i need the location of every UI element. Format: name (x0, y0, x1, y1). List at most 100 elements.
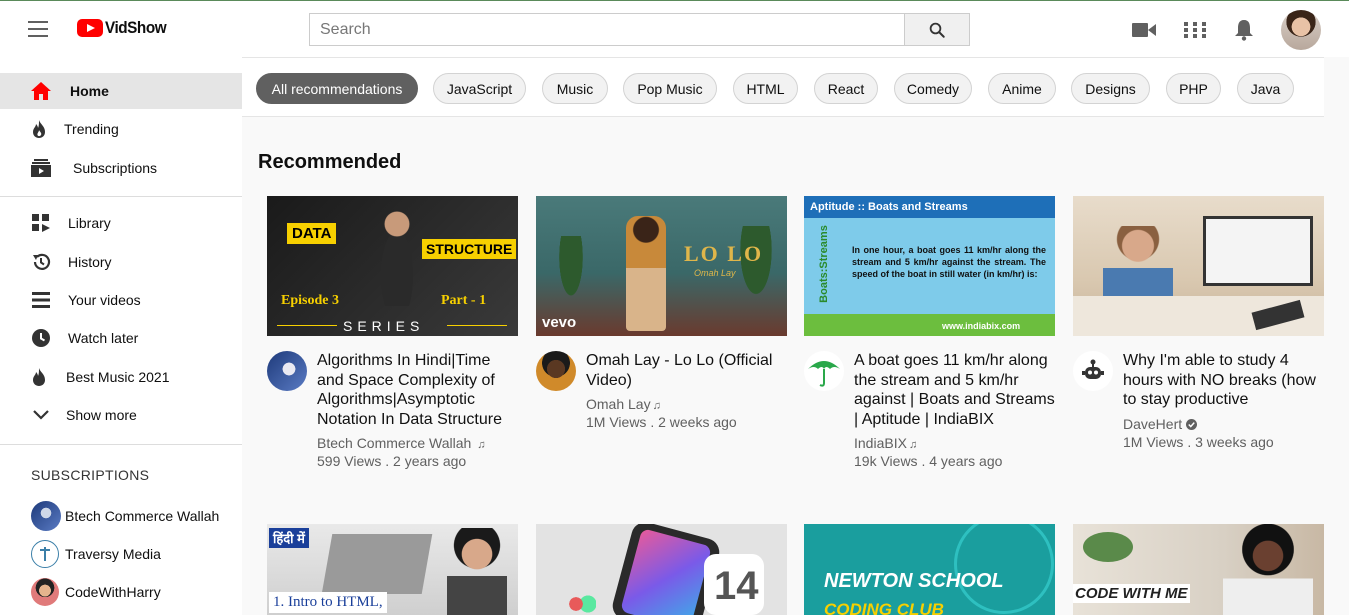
sidebar-item-home[interactable]: Home (0, 73, 242, 109)
video-title[interactable]: Why I'm able to study 4 hours with NO br… (1123, 351, 1324, 410)
sidebar-item-label: Watch later (68, 330, 139, 346)
thumbnail-text: Aptitude :: Boats and Streams (810, 201, 968, 213)
top-header: VidShow (0, 0, 1349, 57)
video-thumbnail[interactable]: Aptitude :: Boats and Streams In one hou… (804, 196, 1055, 336)
video-thumbnail[interactable]: हिंदी में 1. Intro to HTML, (267, 524, 518, 615)
subscription-name: Btech Commerce Wallah (65, 508, 220, 524)
sidebar-item-watch-later[interactable]: Watch later (0, 320, 242, 356)
video-channel[interactable]: Omah Lay ♫ (586, 396, 787, 412)
video-channel[interactable]: IndiaBIX ♫ (854, 435, 1055, 451)
thumbnail-text: Episode 3 (281, 293, 339, 308)
music-note-icon: ♫ (477, 439, 486, 451)
sidebar-item-best-music-2021[interactable]: Best Music 2021 (0, 359, 242, 395)
chip-music[interactable]: Music (542, 73, 608, 104)
chip-php[interactable]: PHP (1166, 73, 1221, 104)
thumbnail-text: CODE WITH ME (1073, 584, 1190, 603)
sidebar-item-library[interactable]: Library (0, 205, 242, 241)
video-card[interactable]: CODE WITH ME (1073, 524, 1324, 615)
thumbnail-text: LO LO (684, 241, 764, 266)
thumbnail-text: हिंदी में (269, 528, 309, 548)
sidebar-item-label: Subscriptions (73, 160, 158, 176)
search-bar (309, 13, 970, 46)
sidebar-item-show-more[interactable]: Show more (0, 397, 242, 433)
video-channel[interactable]: DaveHert (1123, 416, 1324, 432)
channel-avatar[interactable] (267, 351, 307, 391)
search-button[interactable] (904, 13, 970, 46)
sidebar-item-label: History (68, 254, 112, 270)
thumbnail-laptop (321, 534, 433, 594)
video-card[interactable]: 14 (536, 524, 787, 615)
video-camera-icon[interactable] (1132, 18, 1156, 42)
thumbnail-text: SERIES (343, 318, 425, 334)
video-thumbnail[interactable]: DATA STRUCTURE Episode 3 Part - 1 SERIES (267, 196, 518, 336)
video-meta: Why I'm able to study 4 hours with NO br… (1073, 351, 1324, 450)
bell-icon[interactable] (1232, 18, 1256, 42)
thumbnail-text: DATA (287, 223, 337, 244)
video-thumbnail[interactable]: CODE WITH ME (1073, 524, 1324, 615)
thumbnail-plant (1083, 532, 1133, 562)
video-thumbnail[interactable]: 14 (536, 524, 787, 615)
thumbnail-text: Part - 1 (441, 293, 487, 308)
sidebar-item-your-videos[interactable]: Your videos (0, 282, 242, 318)
chip-react[interactable]: React (814, 73, 878, 104)
channel-name: IndiaBIX (854, 435, 907, 451)
video-channel[interactable]: Btech Commerce Wallah ♫ (317, 435, 518, 451)
video-title[interactable]: Algorithms In Hindi|Time and Space Compl… (317, 351, 518, 429)
chip-anime[interactable]: Anime (988, 73, 1056, 104)
channel-avatar (31, 578, 59, 606)
menu-icon[interactable] (28, 21, 48, 37)
apps-grid-icon[interactable] (1183, 18, 1207, 42)
search-input[interactable] (309, 13, 904, 46)
sidebar-item-label: Home (70, 83, 109, 99)
subscriptions-icon (30, 157, 52, 179)
video-thumbnail[interactable]: NEWTON SCHOOL CODING CLUB (804, 524, 1055, 615)
video-card[interactable]: LO LO Omah Lay vevo Omah Lay - Lo Lo (Of… (536, 196, 787, 430)
video-meta: Algorithms In Hindi|Time and Space Compl… (267, 351, 518, 469)
subscriptions-heading: SUBSCRIPTIONS (31, 467, 150, 483)
sidebar-divider (0, 196, 242, 197)
channel-avatar[interactable] (1073, 351, 1113, 391)
video-title[interactable]: Omah Lay - Lo Lo (Official Video) (586, 351, 787, 390)
video-thumbnail[interactable] (1073, 196, 1324, 336)
thumbnail-monitor (1203, 216, 1313, 286)
thumbnail-text: In one hour, a boat goes 11 km/hr along … (852, 245, 1046, 279)
section-title: Recommended (258, 151, 402, 173)
sidebar-item-trending[interactable]: Trending (0, 111, 242, 147)
subscription-name: Traversy Media (65, 546, 161, 562)
chip-comedy[interactable]: Comedy (894, 73, 972, 104)
sidebar-item-label: Show more (66, 407, 137, 423)
channel-avatar[interactable] (536, 351, 576, 391)
thumbnail-ring (954, 524, 1054, 614)
chip-javascript[interactable]: JavaScript (433, 73, 526, 104)
video-card[interactable]: Why I'm able to study 4 hours with NO br… (1073, 196, 1324, 450)
thumbnail-person (447, 528, 507, 615)
video-card[interactable]: NEWTON SCHOOL CODING CLUB (804, 524, 1055, 615)
video-card[interactable]: Aptitude :: Boats and Streams In one hou… (804, 196, 1055, 469)
subscription-item[interactable]: CodeWithHarry (31, 577, 161, 607)
upload-age: 4 years ago (929, 453, 1003, 469)
subscription-item[interactable]: Traversy Media (31, 539, 161, 569)
subscription-item[interactable]: Btech Commerce Wallah (31, 501, 219, 531)
search-icon (929, 22, 945, 38)
chip-java[interactable]: Java (1237, 73, 1294, 104)
channel-avatar[interactable] (804, 351, 844, 391)
upload-age: 3 weeks ago (1195, 433, 1274, 450)
thumbnail-person (1223, 524, 1313, 615)
logo[interactable]: VidShow (77, 18, 173, 38)
logo-text: VidShow (105, 18, 167, 37)
sidebar-item-history[interactable]: History (0, 244, 242, 280)
sidebar-item-subscriptions[interactable]: Subscriptions (0, 150, 242, 186)
sidebar: Home Trending Subscriptions Library Hist… (0, 57, 242, 615)
video-card[interactable]: DATA STRUCTURE Episode 3 Part - 1 SERIES… (267, 196, 518, 469)
chip-html[interactable]: HTML (733, 73, 798, 104)
channel-name: Btech Commerce Wallah (317, 435, 472, 451)
user-avatar[interactable] (1281, 10, 1321, 50)
video-title[interactable]: A boat goes 11 km/hr along the stream an… (854, 351, 1055, 429)
chip-all-recommendations[interactable]: All recommendations (256, 73, 418, 104)
thumbnail-text: Omah Lay (694, 268, 736, 278)
chip-pop-music[interactable]: Pop Music (623, 73, 717, 104)
chip-designs[interactable]: Designs (1071, 73, 1150, 104)
history-icon (30, 251, 52, 273)
video-thumbnail[interactable]: LO LO Omah Lay vevo (536, 196, 787, 336)
video-card[interactable]: हिंदी में 1. Intro to HTML, (267, 524, 518, 615)
